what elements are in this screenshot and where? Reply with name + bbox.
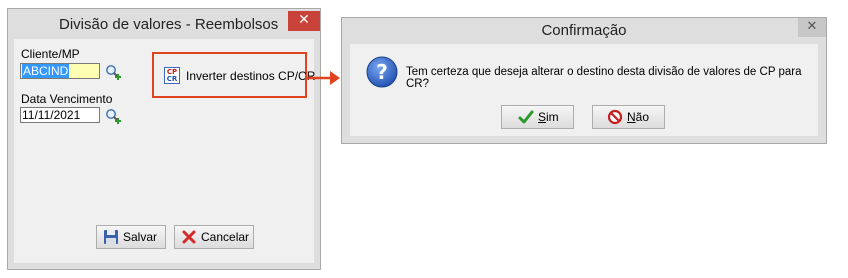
search-plus-icon[interactable] <box>105 64 121 80</box>
question-icon: ? <box>366 56 398 88</box>
close-button[interactable]: ✕ <box>288 11 320 31</box>
confirm-message: Tem certeza que deseja alterar o destino… <box>406 66 802 90</box>
cp-cr-icon[interactable]: CP CR <box>164 67 180 84</box>
data-vencimento-input[interactable]: 11/11/2021 <box>20 107 100 123</box>
inverter-destinos-link[interactable]: Inverter destinos CP/CR <box>186 69 315 83</box>
data-vencimento-label: Data Vencimento <box>21 92 113 106</box>
dialog-title: Confirmação <box>541 22 627 39</box>
dialog-body: ? Tem certeza que deseja alterar o desti… <box>350 44 818 136</box>
cliente-input[interactable]: ABCIND <box>20 63 100 79</box>
data-vencimento-value: 11/11/2021 <box>22 108 81 122</box>
svg-text:?: ? <box>376 60 388 84</box>
checkmark-icon <box>518 110 534 124</box>
cancel-button[interactable]: Cancelar <box>174 225 254 249</box>
title-bar[interactable]: Divisão de valores - Reembolsos ✕ <box>8 9 320 39</box>
cancel-x-icon <box>182 230 196 244</box>
prohibited-icon <box>607 109 623 125</box>
yes-button[interactable]: Sim <box>501 105 574 129</box>
yes-label: Sim <box>538 110 559 124</box>
no-label: Não <box>627 110 650 124</box>
no-button[interactable]: Não <box>592 105 665 129</box>
save-label: Salvar <box>123 230 158 244</box>
close-button[interactable]: ✕ <box>798 18 826 37</box>
arrow-right-icon <box>305 71 340 85</box>
cliente-value: ABCIND <box>22 64 70 78</box>
save-button[interactable]: Salvar <box>96 225 166 249</box>
cliente-label: Cliente/MP <box>21 47 80 61</box>
cancel-label: Cancelar <box>201 230 250 244</box>
window-title: Divisão de valores - Reembolsos <box>59 16 279 33</box>
search-plus-icon[interactable] <box>105 108 121 124</box>
save-disk-icon <box>104 230 118 244</box>
confirmacao-dialog: Confirmação ✕ ? Tem certeza que deseja a… <box>341 17 827 144</box>
